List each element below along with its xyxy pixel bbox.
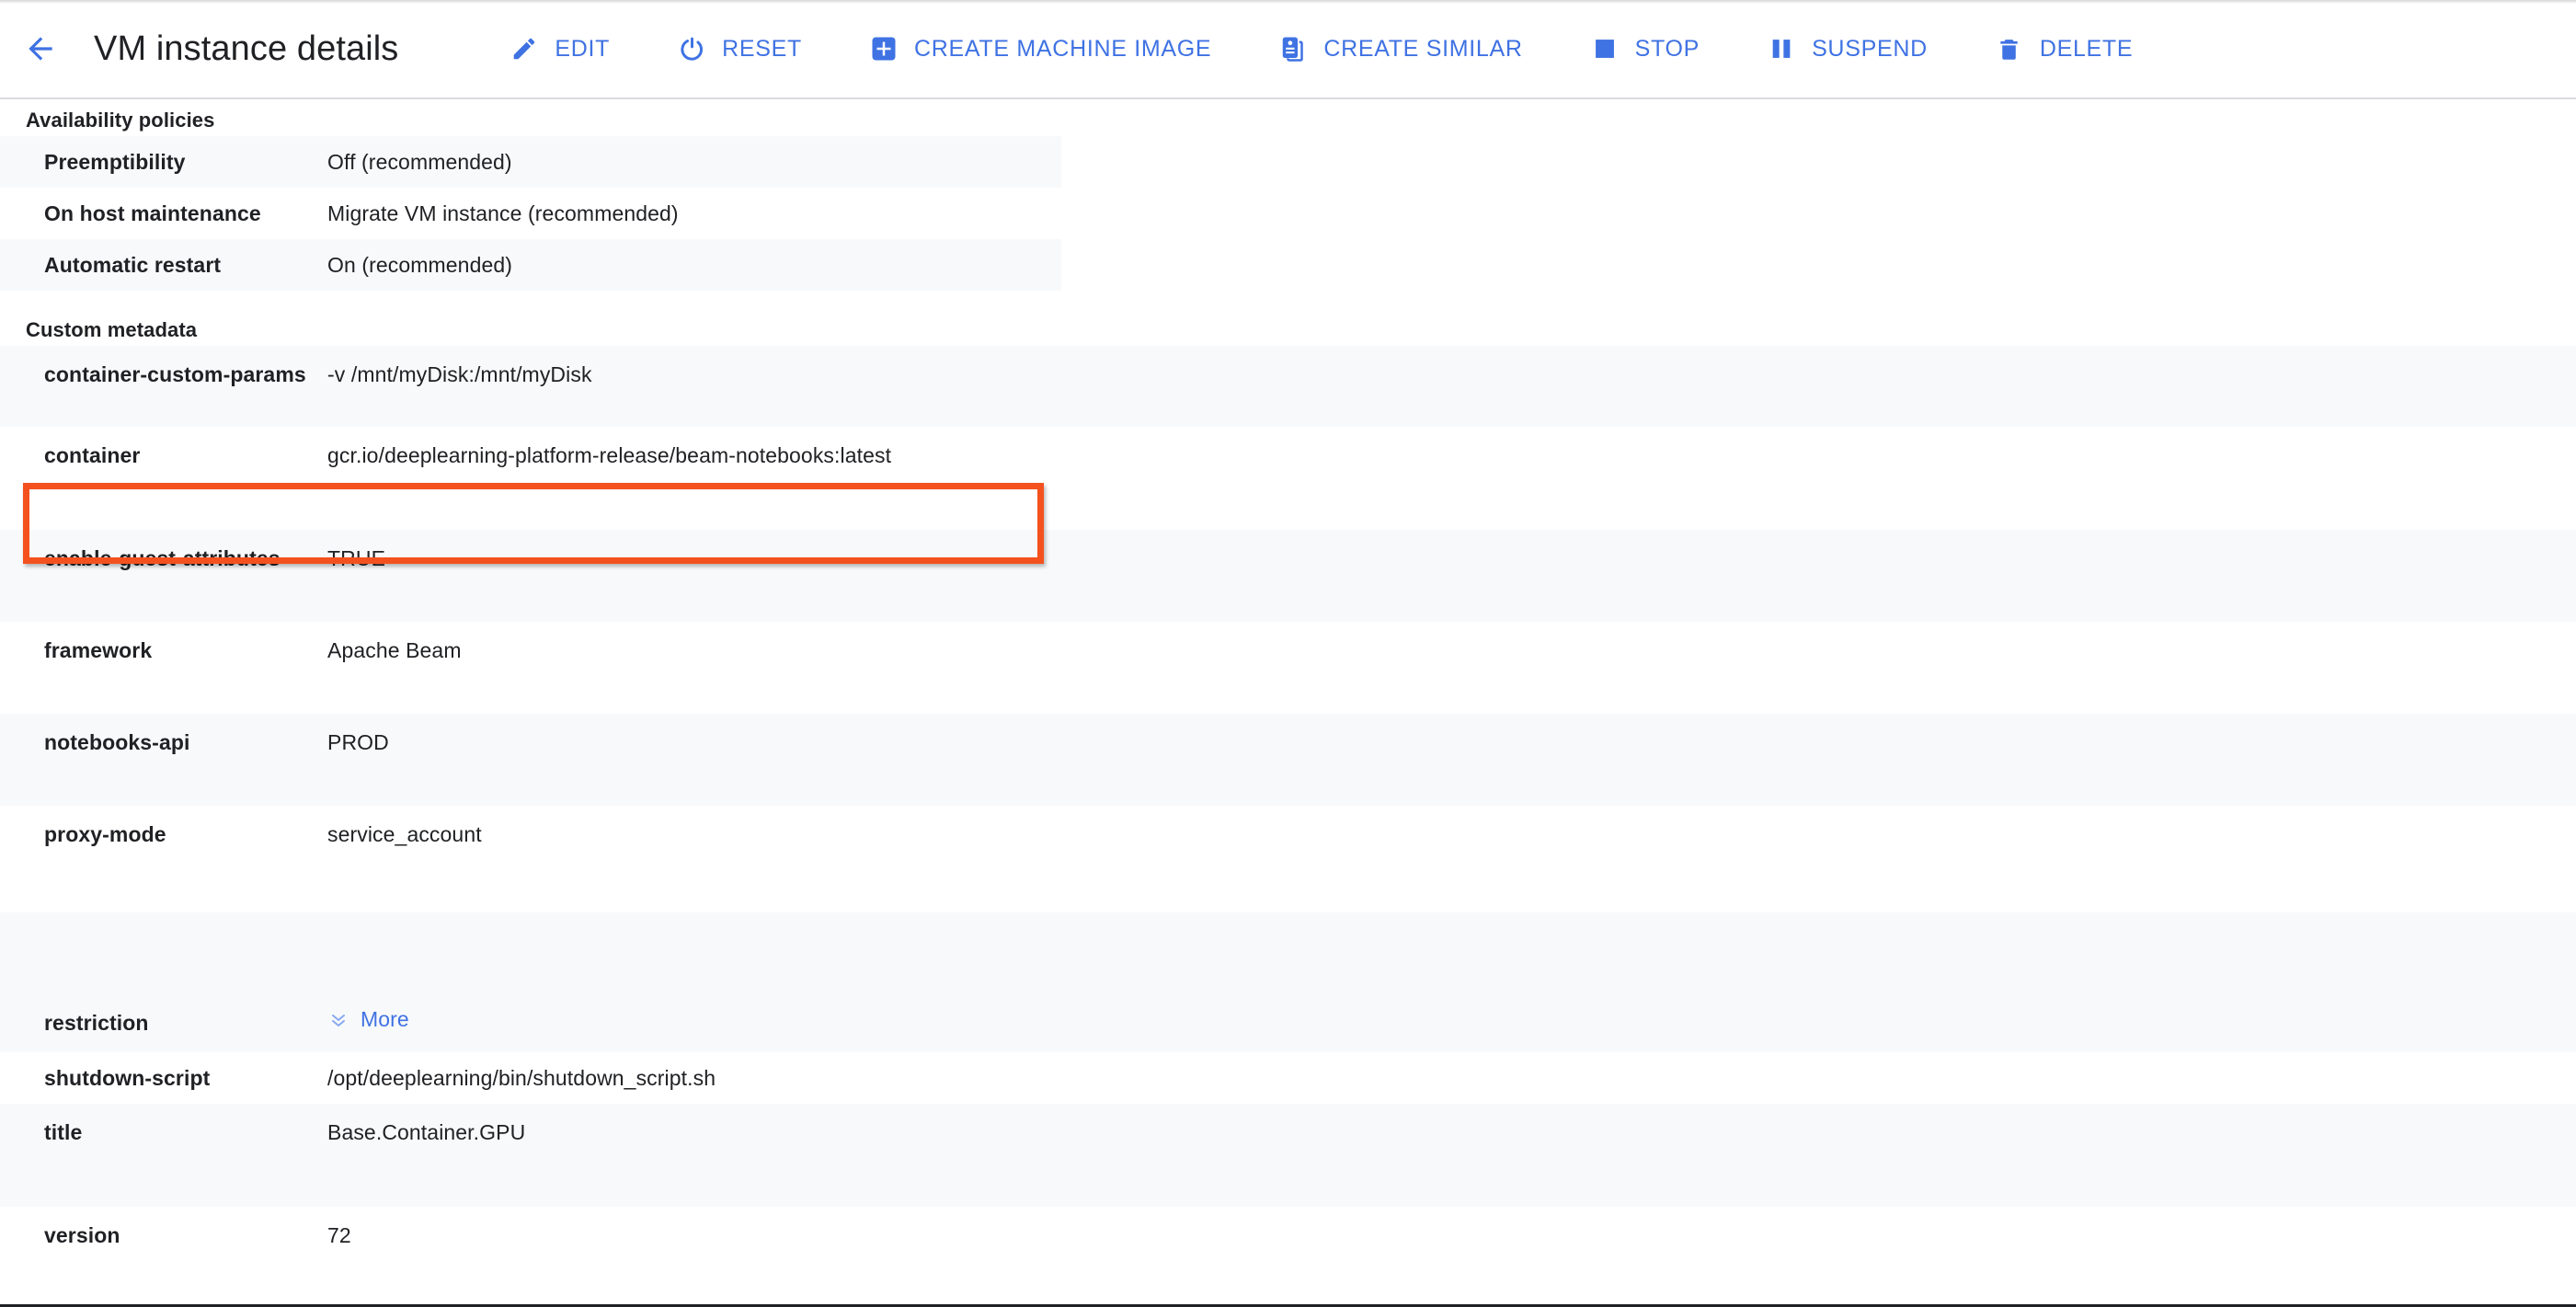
create-machine-image-button[interactable]: CREATE MACHINE IMAGE — [848, 19, 1231, 78]
row-key: restriction — [44, 1011, 149, 1035]
trash-icon — [1994, 33, 2025, 64]
table-row: Preemptibility Off (recommended) — [0, 136, 1061, 188]
create-similar-label: CREATE SIMILAR — [1323, 35, 1523, 62]
create-similar-button[interactable]: CREATE SIMILAR — [1257, 19, 1542, 78]
arrow-back-icon — [23, 31, 58, 66]
table-row: On host maintenance Migrate VM instance … — [0, 188, 1061, 239]
vm-details-content: Availability policies Preemptibility Off… — [0, 99, 2576, 1262]
row-key: enable-guest-attributes — [44, 546, 280, 570]
edit-button[interactable]: EDIT — [488, 19, 630, 78]
table-row: enable-guest-attributes TRUE — [0, 530, 2576, 622]
stop-button[interactable]: STOP — [1569, 19, 1720, 78]
delete-button[interactable]: DELETE — [1974, 19, 2153, 78]
stop-square-icon — [1589, 33, 1620, 64]
row-key: Preemptibility — [44, 149, 186, 174]
table-row: container gcr.io/deeplearning-platform-r… — [0, 427, 2576, 530]
back-button[interactable] — [7, 16, 74, 82]
row-value: Apache Beam — [327, 638, 462, 662]
table-row: Automatic restart On (recommended) — [0, 239, 1061, 291]
row-key: framework — [44, 638, 153, 662]
row-value: service_account — [327, 822, 482, 846]
row-value: Off (recommended) — [327, 149, 512, 174]
app-header: VM instance details EDIT RESET CREATE MA… — [0, 0, 2576, 99]
table-row: restriction More — [0, 912, 2576, 1052]
reset-button-label: RESET — [722, 35, 803, 62]
row-value: 72 — [327, 1223, 351, 1247]
double-chevron-down-icon — [327, 1008, 349, 1030]
more-link-label: More — [361, 1006, 409, 1031]
create-machine-image-label: CREATE MACHINE IMAGE — [914, 35, 1212, 62]
table-row: proxy-mode service_account — [0, 806, 2576, 912]
row-key: On host maintenance — [44, 201, 261, 225]
row-value: Base.Container.GPU — [327, 1120, 526, 1144]
pencil-icon — [509, 33, 540, 64]
row-key: container — [44, 443, 141, 467]
custom-metadata-title: Custom metadata — [26, 318, 198, 341]
page-title: VM instance details — [94, 29, 399, 68]
row-value: Migrate VM instance (recommended) — [327, 201, 679, 225]
stop-button-label: STOP — [1634, 35, 1700, 62]
delete-button-label: DELETE — [2039, 35, 2134, 62]
row-key: title — [44, 1120, 83, 1144]
table-row: version 72 — [0, 1207, 2576, 1262]
edit-button-label: EDIT — [555, 35, 611, 62]
action-toolbar: EDIT RESET CREATE MACHINE IMAGE CREATE S… — [488, 19, 2576, 78]
row-value: PROD — [327, 730, 389, 754]
row-value: -v /mnt/myDisk:/mnt/myDisk — [327, 362, 592, 386]
availability-policies-table: Preemptibility Off (recommended) On host… — [0, 136, 2576, 291]
row-key: proxy-mode — [44, 822, 166, 846]
row-value: gcr.io/deeplearning-platform-release/bea… — [327, 443, 892, 467]
table-row: container-custom-params -v /mnt/myDisk:/… — [0, 346, 2576, 427]
pause-bars-icon — [1766, 33, 1797, 64]
custom-metadata-table: container-custom-params -v /mnt/myDisk:/… — [0, 346, 2576, 1262]
row-key: shutdown-script — [44, 1065, 211, 1090]
table-row: title Base.Container.GPU — [0, 1104, 2576, 1207]
reset-button[interactable]: RESET — [656, 19, 822, 78]
row-value: /opt/deeplearning/bin/shutdown_script.sh — [327, 1065, 716, 1090]
row-value: More — [327, 1007, 409, 1037]
suspend-button[interactable]: SUSPEND — [1746, 19, 1948, 78]
power-reset-icon — [676, 33, 707, 64]
row-value: On (recommended) — [327, 252, 513, 277]
restriction-more-link[interactable]: More — [327, 1007, 409, 1032]
copy-document-icon — [1277, 33, 1309, 64]
availability-policies-title: Availability policies — [26, 109, 215, 132]
row-key: notebooks-api — [44, 730, 190, 754]
table-row: framework Apache Beam — [0, 622, 2576, 714]
suspend-button-label: SUSPEND — [1812, 35, 1928, 62]
table-row: shutdown-script /opt/deeplearning/bin/sh… — [0, 1052, 2576, 1104]
table-row: notebooks-api PROD — [0, 714, 2576, 806]
row-key: Automatic restart — [44, 252, 222, 277]
row-value: TRUE — [327, 546, 386, 570]
row-key: version — [44, 1223, 120, 1247]
row-key: container-custom-params — [44, 362, 306, 386]
plus-square-icon — [868, 33, 899, 64]
